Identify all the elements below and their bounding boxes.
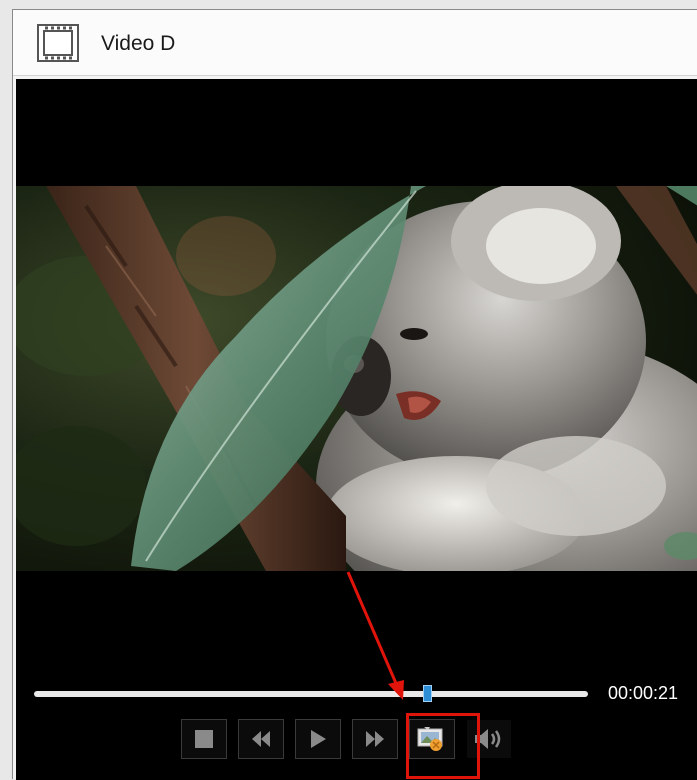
snapshot-button[interactable] [409,719,455,759]
window-title: Video D [101,32,176,55]
video-player[interactable]: 00:00:21 [16,79,697,780]
seek-thumb[interactable] [423,685,433,702]
rewind-icon [250,729,272,749]
stop-button[interactable] [181,719,227,759]
elapsed-time: 00:00:21 [608,683,679,703]
film-icon [37,24,79,62]
video-window: Video D 00:00:21 [12,9,697,780]
fast-forward-icon [364,729,386,749]
seek-bar[interactable] [34,685,588,702]
title-bar: Video D [13,10,697,76]
play-button[interactable] [295,719,341,759]
video-frame-koala[interactable] [16,186,697,571]
stop-icon [194,729,214,749]
fast-forward-button[interactable] [352,719,398,759]
play-icon [308,728,328,750]
speaker-icon [472,727,506,751]
volume-button[interactable] [466,719,512,759]
rewind-button[interactable] [238,719,284,759]
snapshot-icon [416,725,448,753]
